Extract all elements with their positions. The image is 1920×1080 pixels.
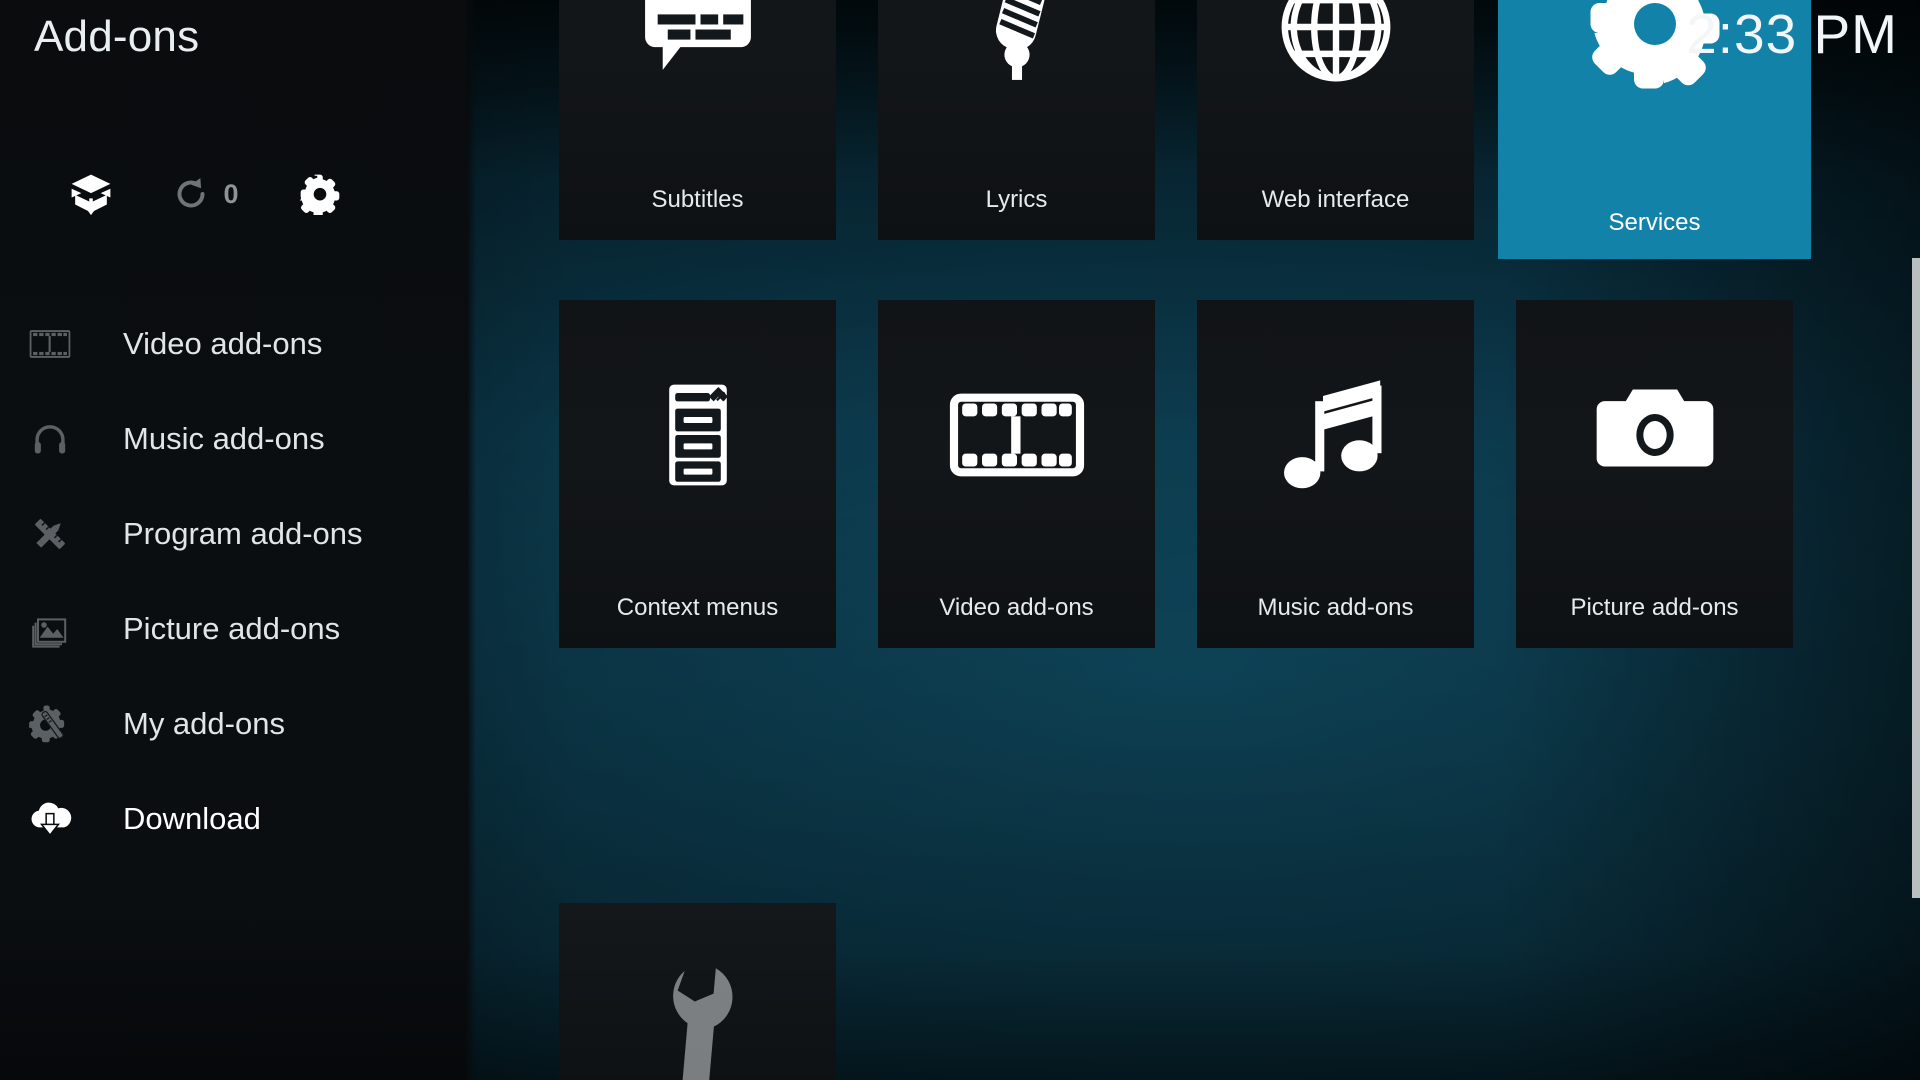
sidebar-toolbar: 0 [0, 164, 466, 224]
check-for-updates-button[interactable]: 0 [178, 176, 239, 212]
tile-music-add-ons[interactable]: Music add-ons [1197, 300, 1474, 648]
tile-label: Video add-ons [939, 594, 1094, 621]
sidebar-item-video-add-ons[interactable]: Video add-ons [0, 296, 466, 391]
tile-label: Web interface [1261, 186, 1410, 213]
vertical-scrollbar-track[interactable] [1912, 0, 1920, 1080]
film-strip-icon [878, 300, 1155, 570]
tile-label: Subtitles [651, 186, 744, 213]
grid-row-bottom-partial [559, 903, 1859, 1080]
photo-stack-icon [22, 607, 78, 651]
addon-settings-button[interactable] [294, 173, 346, 215]
camera-icon [1516, 300, 1793, 570]
film-strip-icon [22, 322, 78, 366]
sidebar-item-my-add-ons[interactable]: My add-ons [0, 676, 466, 771]
sidebar-item-program-add-ons[interactable]: Program add-ons [0, 486, 466, 581]
globe-icon [1197, 0, 1474, 162]
context-menu-icon: × [559, 300, 836, 570]
install-from-package-button[interactable] [52, 172, 130, 216]
cloud-download-icon [22, 797, 78, 841]
sidebar: Add-ons 0 Video add-ons Music add-ons Pr… [0, 0, 466, 1080]
tile-label: Lyrics [985, 186, 1048, 213]
sidebar-item-download[interactable]: Download [0, 771, 466, 866]
gear-wrench-icon [22, 702, 78, 746]
grid-row-middle: Subtitles Lyrics Web interface Services [559, 0, 1859, 300]
microphone-icon [878, 0, 1155, 162]
sidebar-nav: Video add-ons Music add-ons Program add-… [0, 296, 466, 866]
kodi-addon-browser-window: Information providers Look and feel Game… [0, 0, 1920, 1080]
speech-bubble-subtitle-icon [559, 0, 836, 162]
open-box-icon [69, 172, 113, 216]
grid-row-lower: × Context menus Video add-ons Music add-… [559, 300, 1859, 708]
tile-context-menus[interactable]: × Context menus [559, 300, 836, 648]
tile-label: Services [1608, 209, 1701, 236]
vertical-scrollbar-thumb[interactable] [1912, 258, 1920, 898]
clock: 2:33 PM [1686, 3, 1898, 65]
sidebar-item-music-add-ons[interactable]: Music add-ons [0, 391, 466, 486]
sidebar-item-label: Program add-ons [123, 515, 363, 551]
tile-web-interface[interactable]: Web interface [1197, 0, 1474, 240]
tile-video-add-ons[interactable]: Video add-ons [878, 300, 1155, 648]
gear-icon [299, 173, 341, 215]
updates-count: 0 [223, 178, 239, 209]
tile-label: Music add-ons [1257, 594, 1414, 621]
wrench-icon [559, 903, 836, 1080]
refresh-icon [173, 176, 209, 212]
tile-label: Context menus [616, 594, 779, 621]
tile-lyrics[interactable]: Lyrics [878, 0, 1155, 240]
sidebar-item-label: Video add-ons [123, 325, 323, 361]
svg-text:×: × [715, 385, 727, 408]
sidebar-item-label: Download [123, 800, 261, 836]
headphones-icon [22, 417, 78, 461]
sidebar-item-picture-add-ons[interactable]: Picture add-ons [0, 581, 466, 676]
sidebar-item-label: Music add-ons [123, 420, 325, 456]
sidebar-edge-fade [466, 0, 476, 1080]
tile-picture-add-ons[interactable]: Picture add-ons [1516, 300, 1793, 648]
tile-partial-bottom[interactable] [559, 903, 836, 1080]
addon-category-grid-panel: Information providers Look and feel Game… [466, 0, 1920, 1080]
page-title: Add-ons [34, 12, 200, 61]
tile-label: Picture add-ons [1570, 594, 1739, 621]
sidebar-item-label: Picture add-ons [123, 610, 341, 646]
sidebar-bottom-fade [0, 930, 466, 1080]
tile-subtitles[interactable]: Subtitles [559, 0, 836, 240]
pencil-ruler-icon [22, 512, 78, 556]
sidebar-item-label: My add-ons [123, 705, 285, 741]
music-note-icon [1197, 300, 1474, 570]
grid-rows: Subtitles Lyrics Web interface Services … [559, 0, 1859, 708]
